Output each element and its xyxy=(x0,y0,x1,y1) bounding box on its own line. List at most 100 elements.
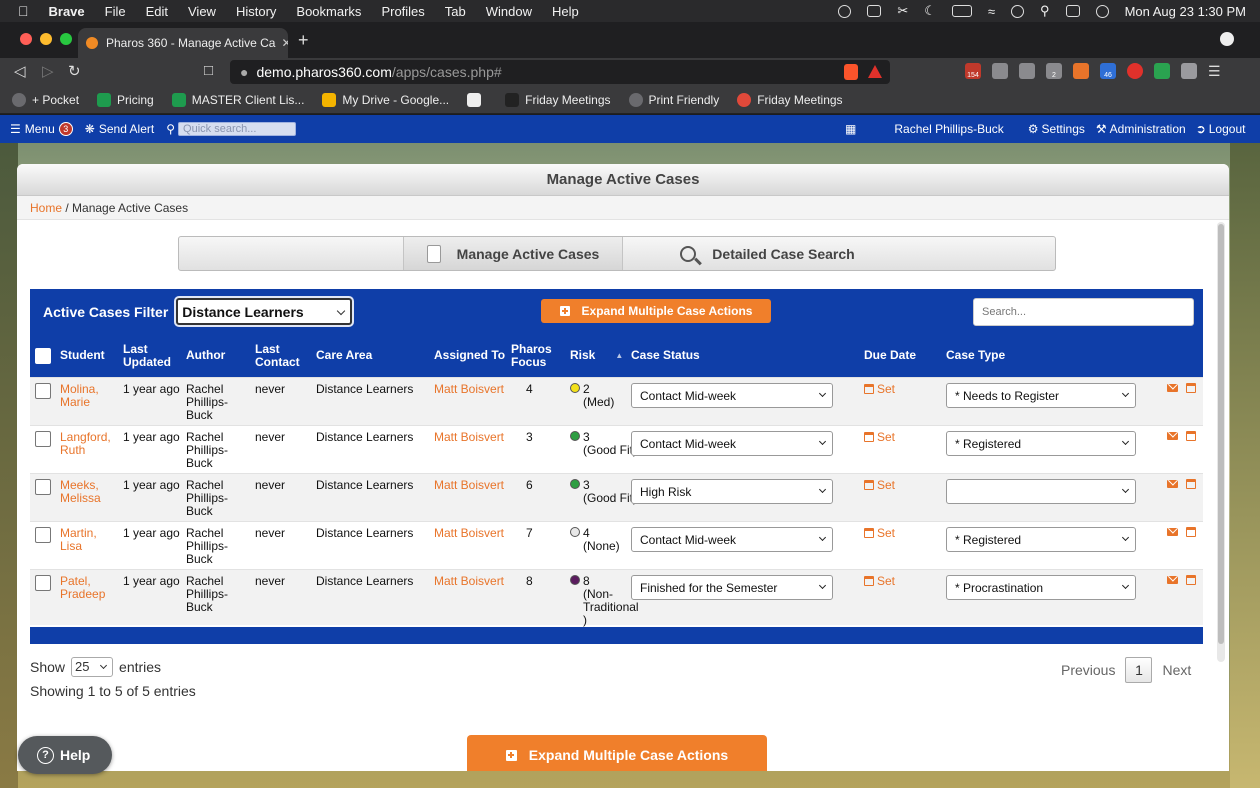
downloads-icon[interactable] xyxy=(1220,32,1234,46)
extension-orange-icon[interactable] xyxy=(1073,63,1089,79)
student-name-link[interactable]: Patel, Pradeep xyxy=(60,575,105,601)
help-button[interactable]: ? Help xyxy=(18,736,112,774)
app-menu-brave[interactable]: Brave xyxy=(49,4,85,19)
menu-button[interactable]: ☰ Menu 3 xyxy=(10,122,73,136)
settings-link[interactable]: ⚙ Settings xyxy=(1028,122,1085,136)
close-tab-icon[interactable]: ✕ xyxy=(275,36,288,50)
row-checkbox[interactable] xyxy=(35,383,51,399)
spotlight-search-icon[interactable]: ⚲ xyxy=(1040,3,1050,19)
row-checkbox[interactable] xyxy=(35,575,51,591)
browser-tab[interactable]: Pharos 360 - Manage Active Ca ✕ xyxy=(78,28,288,58)
calendar-icon[interactable] xyxy=(1186,575,1196,585)
extension-icon[interactable] xyxy=(992,63,1008,79)
calendar-icon[interactable] xyxy=(1186,479,1196,489)
calendar-icon[interactable] xyxy=(1186,383,1196,393)
wifi-icon[interactable]: ≈ xyxy=(988,4,995,19)
menu-bookmarks[interactable]: Bookmarks xyxy=(296,4,361,19)
case-type-select[interactable] xyxy=(946,479,1136,504)
menu-view[interactable]: View xyxy=(188,4,216,19)
bookmark-blank[interactable] xyxy=(467,92,487,107)
bookmark-my-drive[interactable]: My Drive - Google... xyxy=(322,92,449,107)
menu-edit[interactable]: Edit xyxy=(146,4,168,19)
bookmark-friday-meetings-1[interactable]: Friday Meetings xyxy=(505,92,611,107)
due-date-set-link[interactable]: Set xyxy=(864,479,895,492)
assigned-to-link[interactable]: Matt Boisvert xyxy=(434,383,504,396)
extension-lock-icon[interactable]: 2 xyxy=(1046,63,1062,79)
zoom-window-button[interactable] xyxy=(60,33,72,45)
user-status-icon[interactable] xyxy=(1011,4,1025,18)
student-name-link[interactable]: Langford, Ruth xyxy=(60,431,111,457)
status-message-icon[interactable] xyxy=(867,5,882,17)
col-care-area[interactable]: Care Area xyxy=(316,334,372,377)
menu-profiles[interactable]: Profiles xyxy=(381,4,424,19)
email-icon[interactable] xyxy=(1167,576,1178,584)
calendar-icon[interactable] xyxy=(1186,431,1196,441)
minimize-window-button[interactable] xyxy=(40,33,52,45)
battery-icon[interactable] xyxy=(951,5,972,17)
case-status-select[interactable]: Finished for the Semester xyxy=(631,575,833,600)
calendar-nav-icon[interactable]: ▦ xyxy=(845,122,856,136)
drive-extension-icon[interactable] xyxy=(1154,63,1170,79)
brave-shield-icon[interactable] xyxy=(844,64,858,80)
close-window-button[interactable] xyxy=(20,33,32,45)
administration-link[interactable]: ⚒ Administration xyxy=(1096,122,1186,136)
menu-window[interactable]: Window xyxy=(486,4,532,19)
calendar-icon[interactable] xyxy=(1186,527,1196,537)
col-case-status[interactable]: Case Status xyxy=(631,334,700,377)
table-search-input[interactable]: Search... xyxy=(973,298,1194,326)
apple-icon[interactable]:  xyxy=(18,3,29,19)
entries-per-page-select[interactable]: 25 xyxy=(71,657,114,677)
due-date-set-link[interactable]: Set xyxy=(864,527,895,540)
send-alert-button[interactable]: ❋ Send Alert xyxy=(85,122,154,136)
case-type-select[interactable]: * Registered xyxy=(946,431,1136,456)
page-1-button[interactable]: 1 xyxy=(1125,657,1153,683)
email-icon[interactable] xyxy=(1167,384,1178,392)
quick-search-input[interactable]: Quick search... xyxy=(178,122,297,136)
bookmark-master-client-list[interactable]: MASTER Client Lis... xyxy=(171,92,304,107)
page-scrollbar[interactable] xyxy=(1217,222,1225,662)
new-tab-button[interactable]: + xyxy=(298,30,309,51)
email-icon[interactable] xyxy=(1167,480,1178,488)
bookmark-pocket[interactable]: + Pocket xyxy=(12,92,79,107)
expand-multiple-case-actions-button[interactable]: Expand Multiple Case Actions xyxy=(541,299,771,323)
menu-file[interactable]: File xyxy=(105,4,126,19)
student-name-link[interactable]: Molina, Marie xyxy=(60,383,99,409)
reload-icon[interactable]: ↻ xyxy=(68,62,81,80)
col-last-updated[interactable]: Last Updated xyxy=(123,334,171,377)
tab-detailed-case-search[interactable]: Detailed Case Search xyxy=(623,237,912,270)
breadcrumb-home-link[interactable]: Home xyxy=(30,201,62,215)
status-scissors-icon[interactable]: ✂ xyxy=(897,3,908,19)
case-type-select[interactable]: * Registered xyxy=(946,527,1136,552)
case-type-select[interactable]: * Procrastination xyxy=(946,575,1136,600)
user-name[interactable]: Rachel Phillips-Buck xyxy=(894,122,1003,136)
case-status-select[interactable]: High Risk xyxy=(631,479,833,504)
col-assigned-to[interactable]: Assigned To xyxy=(434,334,505,377)
col-due-date[interactable]: Due Date xyxy=(864,334,916,377)
student-name-link[interactable]: Martin, Lisa xyxy=(60,527,97,553)
row-checkbox[interactable] xyxy=(35,431,51,447)
next-page-button[interactable]: Next xyxy=(1162,662,1191,678)
pocket-extension-icon[interactable] xyxy=(1127,63,1143,79)
menu-clock[interactable]: Mon Aug 23 1:30 PM xyxy=(1125,4,1246,19)
bookmark-friday-meetings-2[interactable]: Friday Meetings xyxy=(737,92,843,107)
bookmark-pricing[interactable]: Pricing xyxy=(97,92,154,107)
case-status-select[interactable]: Contact Mid-week xyxy=(631,527,833,552)
col-student[interactable]: Student xyxy=(60,334,105,377)
assigned-to-link[interactable]: Matt Boisvert xyxy=(434,575,504,588)
logout-link[interactable]: ➲ Logout xyxy=(1196,122,1246,136)
extension-grid-icon[interactable] xyxy=(1019,63,1035,79)
brave-rewards-icon[interactable] xyxy=(868,65,882,78)
bookmark-page-icon[interactable]: □ xyxy=(204,62,213,79)
expand-multiple-case-actions-bottom-button[interactable]: Expand Multiple Case Actions xyxy=(467,735,767,771)
previous-page-button[interactable]: Previous xyxy=(1061,662,1115,678)
bookmark-print-friendly[interactable]: Print Friendly xyxy=(628,92,719,107)
assigned-to-link[interactable]: Matt Boisvert xyxy=(434,479,504,492)
assigned-to-link[interactable]: Matt Boisvert xyxy=(434,431,504,444)
row-checkbox[interactable] xyxy=(35,527,51,543)
email-icon[interactable] xyxy=(1167,432,1178,440)
col-last-contact[interactable]: Last Contact xyxy=(255,334,300,377)
url-field[interactable]: ● demo.pharos360.com /apps/cases.php# xyxy=(230,60,890,84)
control-center-icon[interactable] xyxy=(1065,5,1080,17)
student-name-link[interactable]: Meeks, Melissa xyxy=(60,479,101,505)
menu-tab[interactable]: Tab xyxy=(445,4,466,19)
